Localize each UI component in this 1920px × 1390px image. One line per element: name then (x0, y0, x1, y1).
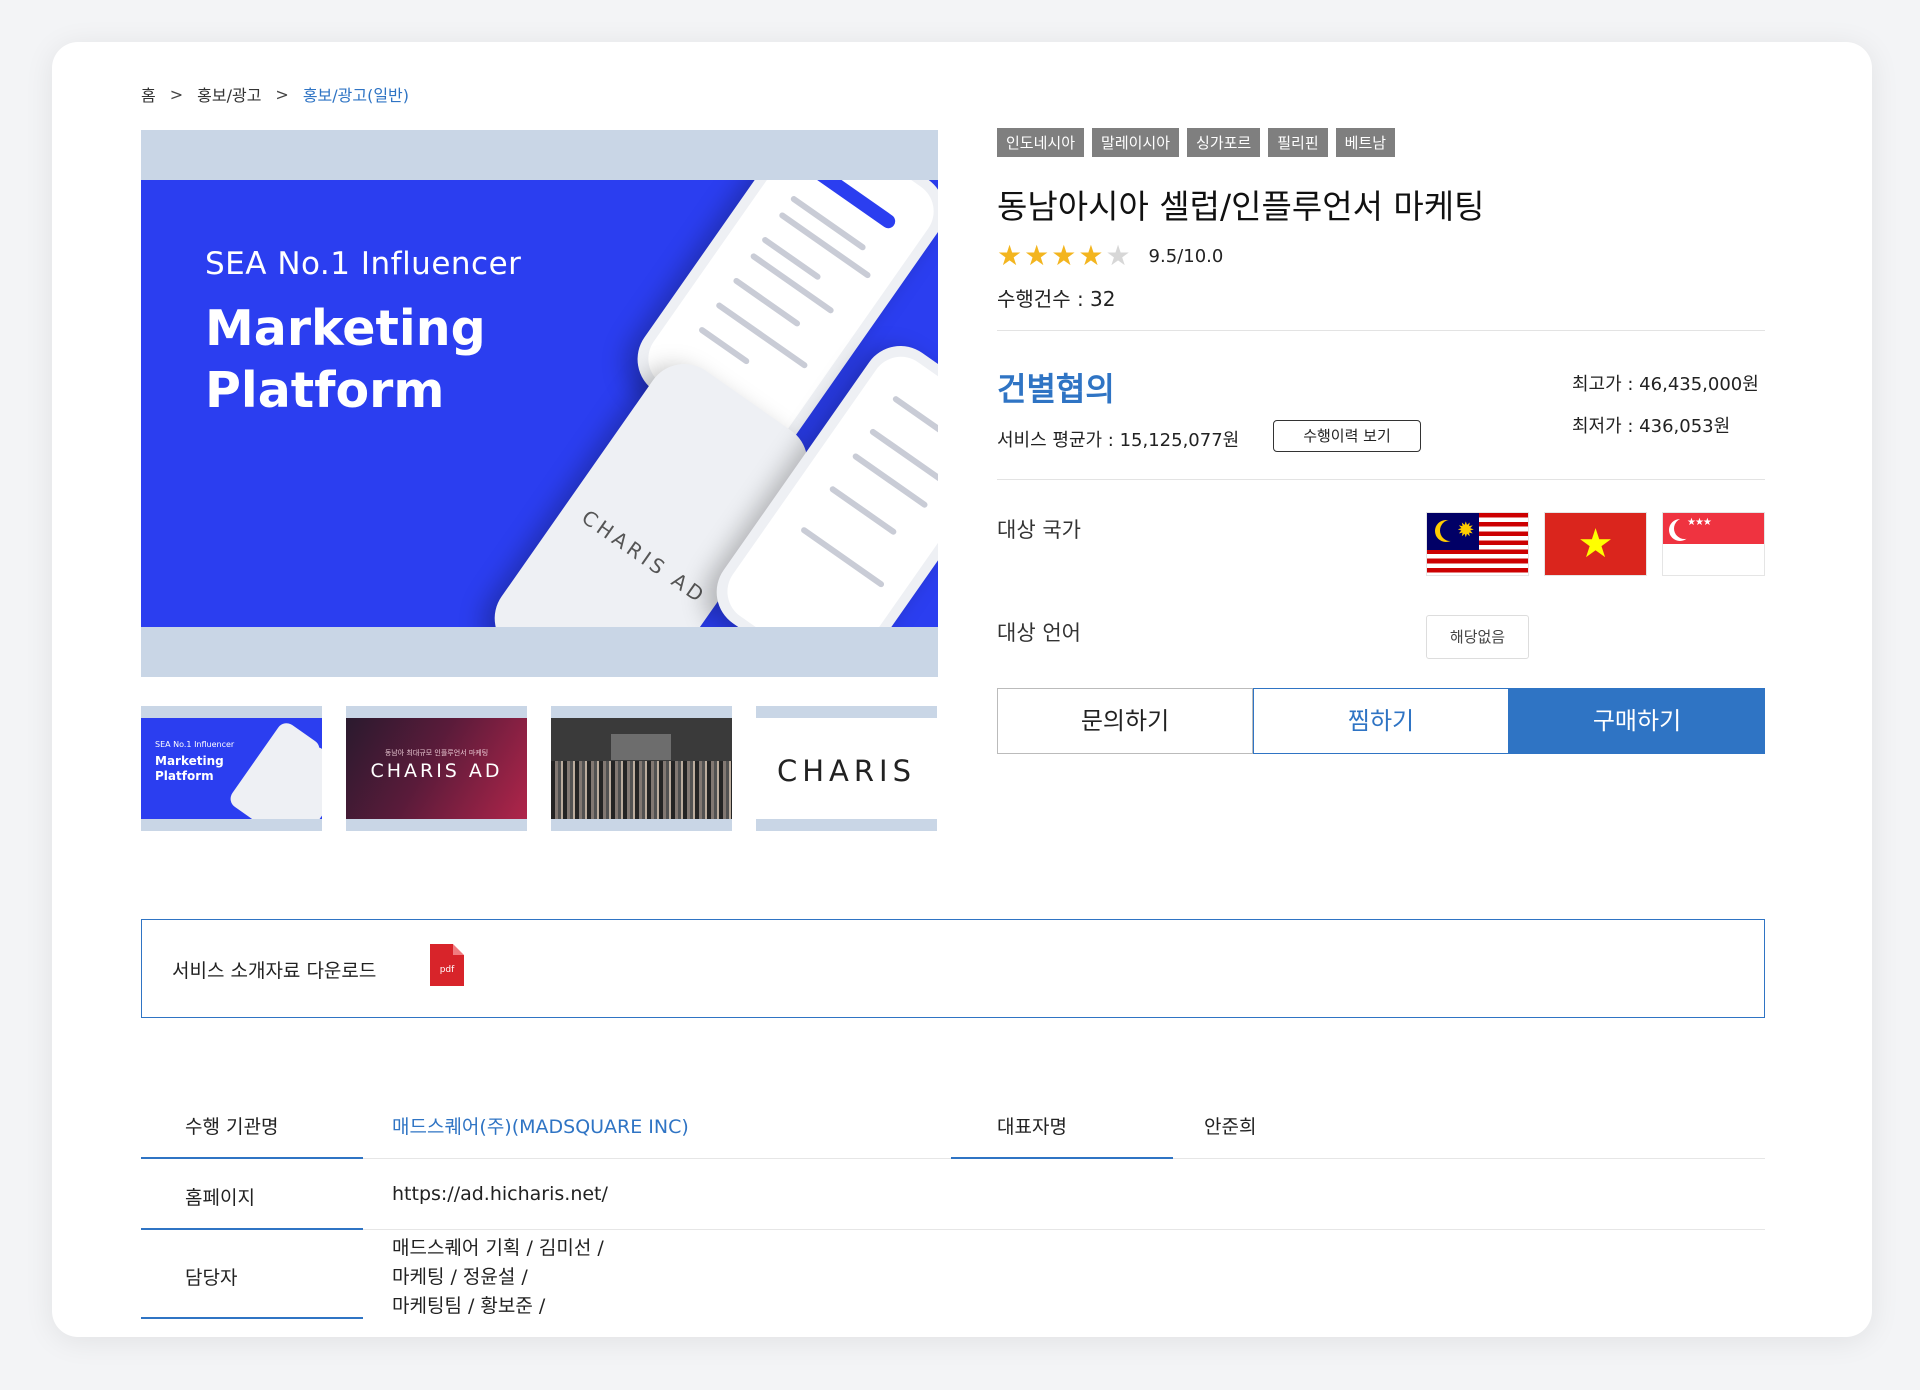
star-icon: ★ (1051, 239, 1077, 272)
contact-list: 매드스퀘어 기획 / 김미선 / 마케팅 / 정윤설 / 마케팅팀 / 황보준 … (392, 1234, 604, 1321)
row-label-underline (951, 1157, 1173, 1159)
breadcrumb-category[interactable]: 홍보/광고 (197, 82, 261, 106)
thumbnail-logo: CHARIS AD (370, 760, 503, 782)
star-empty-icon: ★ (1105, 239, 1131, 272)
tag-singapore: 싱가포르 (1187, 128, 1261, 157)
banner-subtitle: SEA No.1 Influencer (205, 246, 522, 282)
row-label-underline (141, 1157, 363, 1159)
thumbnail-caption: 동남아 최대규모 인플루언서 마케팅 (384, 749, 489, 757)
target-language-label: 대상 언어 (997, 621, 1081, 645)
banner-heading-line2: Platform (205, 362, 445, 419)
country-tags: 인도네시아 말레이시아 싱가포르 필리핀 베트남 (997, 128, 1396, 157)
rating-score: 9.5/10.0 (1148, 245, 1224, 267)
download-label[interactable]: 서비스 소개자료 다운로드 (172, 956, 376, 983)
breadcrumb: 홈 > 홍보/광고 > 홍보/광고(일반) (141, 82, 409, 106)
ceo-label: 대표자명 (997, 1116, 1067, 1138)
max-price: 최고가 : 46,435,000원 (1572, 374, 1759, 395)
row-divider (363, 1158, 997, 1159)
thumbnail-heading-line2: Platform (155, 769, 214, 783)
main-product-image: SEA No.1 Influencer Marketing Platform C… (141, 130, 938, 677)
banner: SEA No.1 Influencer Marketing Platform C… (141, 180, 938, 627)
breadcrumb-separator: > (169, 84, 184, 104)
star-icon: ★ (997, 239, 1023, 272)
contact-item: 마케팅 / 정윤설 / (392, 1266, 528, 1288)
contact-item: 매드스퀘어 기획 / 김미선 / (392, 1237, 604, 1259)
org-label: 수행 기관명 (185, 1116, 279, 1138)
tag-malaysia: 말레이시아 (1092, 128, 1180, 157)
divider (997, 479, 1765, 480)
row-divider (363, 1229, 1765, 1230)
wishlist-button[interactable]: 찜하기 (1253, 688, 1509, 754)
row-label-underline (141, 1228, 363, 1230)
thumbnail-subtitle: SEA No.1 Influencer (155, 740, 235, 749)
thumbnail-logo: CHARIS (776, 754, 916, 788)
thumbnail-3[interactable] (551, 706, 732, 831)
breadcrumb-home[interactable]: 홈 (141, 82, 156, 106)
performance-count: 수행건수 : 32 (997, 287, 1116, 311)
vietnam-flag-icon: ★ (1544, 512, 1647, 576)
inquiry-button[interactable]: 문의하기 (997, 688, 1253, 754)
tag-vietnam: 베트남 (1335, 128, 1396, 157)
thumbnail-4[interactable]: CHARIS (756, 706, 937, 831)
product-detail-card: 홈 > 홍보/광고 > 홍보/광고(일반) SEA No.1 Influence… (52, 42, 1872, 1337)
malaysia-flag-icon: ✹ (1426, 512, 1529, 576)
thumbnail-2[interactable]: 동남아 최대규모 인플루언서 마케팅 CHARIS AD (346, 706, 527, 831)
tag-indonesia: 인도네시아 (997, 128, 1085, 157)
star-icon: ★ (1078, 239, 1104, 272)
thumbnail-1[interactable]: SEA No.1 Influencer Marketing Platform (141, 706, 322, 831)
tag-philippines: 필리핀 (1268, 128, 1328, 157)
org-value[interactable]: 매드스퀘어(주)(MADSQUARE INC) (392, 1112, 689, 1139)
average-price: 서비스 평균가 : 15,125,077원 (997, 430, 1240, 451)
buy-button[interactable]: 구매하기 (1509, 688, 1765, 754)
product-title: 동남아시아 셀럽/인플루언서 마케팅 (997, 187, 1485, 226)
banner-heading-line1: Marketing (205, 300, 486, 357)
banner-heading: Marketing Platform (205, 298, 486, 422)
singapore-flag-icon: ★★★ (1662, 512, 1765, 576)
event-photo (551, 761, 732, 819)
rating: ★ ★ ★ ★ ★ 9.5/10.0 (997, 242, 1223, 270)
contact-label: 담당자 (185, 1267, 238, 1289)
target-language-value: 해당없음 (1426, 615, 1529, 659)
min-price: 최저가 : 436,053원 (1572, 416, 1731, 437)
pdf-icon[interactable]: pdf (430, 944, 464, 986)
thumbnail-heading-line1: Marketing (155, 754, 224, 768)
breadcrumb-separator: > (275, 84, 289, 104)
target-country-label: 대상 국가 (997, 518, 1081, 542)
ceo-value: 안준희 (1204, 1116, 1257, 1138)
row-label-underline (141, 1317, 363, 1319)
download-box: 서비스 소개자료 다운로드 pdf (141, 919, 1765, 1018)
price-negotiable: 건별협의 (997, 370, 1115, 408)
contact-item: 마케팅팀 / 황보준 / (392, 1295, 546, 1317)
thumbnail-heading: Marketing Platform (155, 754, 224, 784)
star-icon: ★ (1024, 239, 1050, 272)
view-history-button[interactable]: 수행이력 보기 (1273, 420, 1421, 452)
breadcrumb-current[interactable]: 홍보/광고(일반) (303, 82, 409, 106)
divider (997, 330, 1765, 331)
pdf-icon-label: pdf (439, 965, 455, 975)
homepage-label: 홈페이지 (185, 1187, 255, 1209)
row-divider (1173, 1158, 1765, 1159)
homepage-value[interactable]: https://ad.hicharis.net/ (392, 1183, 608, 1205)
